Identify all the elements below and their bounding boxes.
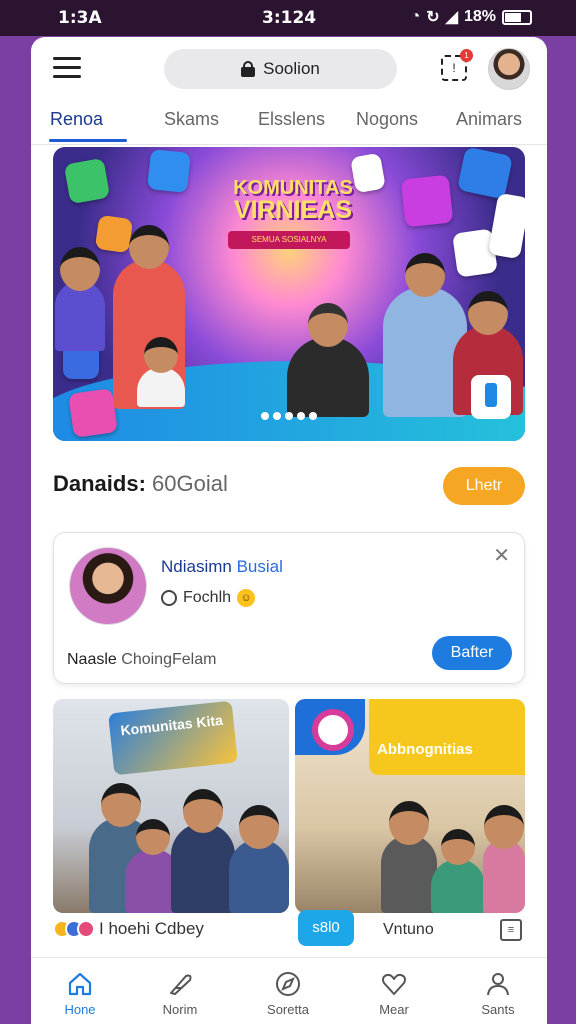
nav-soretta-label: Soretta <box>267 1002 309 1017</box>
battery-percent: 18% <box>463 8 496 25</box>
profile-avatar[interactable] <box>488 48 530 90</box>
battery-icon <box>502 9 532 25</box>
post-footer-bold: Naasle <box>67 651 117 668</box>
tile-banner-text: Abbnognitias <box>377 741 473 758</box>
hero-title: KOMUNITAS VIRNIEAS <box>203 177 383 224</box>
alarm-icon: ◔ <box>410 8 421 25</box>
section-title: Danaids: 60Goial <box>53 471 228 496</box>
post-author-name: Ndiasimn <box>161 557 232 576</box>
app-screen: Soolion ! 1 Renoa Skams Elsslens Nogons … <box>31 37 547 1024</box>
tile-person <box>171 789 235 913</box>
tile2-meta-text: Vntuno <box>383 921 434 938</box>
bookmark-icon[interactable]: ≡ <box>500 919 522 941</box>
tab-renoa[interactable]: Renoa <box>50 109 103 130</box>
close-icon[interactable]: ✕ <box>493 543 510 568</box>
tile-person <box>431 829 485 913</box>
person-camera-man <box>287 303 369 417</box>
signal-icon: ◢ <box>445 9 458 26</box>
post-footer: Naasle ChoingFelam <box>67 651 216 669</box>
post-author-tag: Busial <box>236 557 283 576</box>
top-bar: Soolion ! 1 <box>31 37 547 105</box>
post-footer-light: ChoingFelam <box>121 651 217 668</box>
nav-norim-label: Norim <box>162 1002 198 1017</box>
post-status: Fochlh ☺ <box>161 589 256 607</box>
nav-soretta[interactable]: Soretta <box>253 970 323 1017</box>
tile1-meta-text: I hoehi Cdbey <box>99 919 204 938</box>
community-tile[interactable]: Komunitas Kita <box>53 699 289 913</box>
notification-icon[interactable]: ! 1 <box>441 49 473 81</box>
tile-banner <box>369 699 525 775</box>
music-app-icon <box>63 157 111 205</box>
nav-sants-label: Sants <box>481 1002 515 1017</box>
promo-tile[interactable]: Abbnognitias <box>295 699 525 913</box>
tile1-meta: I hoehi Cdbey <box>53 919 204 939</box>
post-card[interactable]: Ndiasimn Busial Fochlh ☺ ✕ Naasle Choing… <box>53 532 525 684</box>
section-action-button[interactable]: Lhetr <box>443 467 525 505</box>
nav-sants[interactable]: Sants <box>463 970 533 1017</box>
status-time: 1:3A <box>58 8 102 28</box>
tile-person <box>229 805 289 913</box>
wave-app-icon <box>456 147 514 200</box>
search-bar[interactable]: Soolion <box>164 49 397 89</box>
tab-animars[interactable]: Animars <box>456 109 522 130</box>
tile-person <box>381 801 437 913</box>
compass-icon <box>276 972 300 996</box>
photo-card-icon <box>487 192 525 260</box>
bottom-nav: Hone Norim Soretta Mear Sants <box>31 957 547 1024</box>
section-title-light: 60Goial <box>152 471 228 496</box>
notification-glyph: ! <box>452 61 456 75</box>
post-avatar[interactable] <box>69 547 147 625</box>
chat-app-icon <box>147 149 191 193</box>
hero-ribbon: SEMUA SOSIALNYA <box>228 231 350 249</box>
status-icons: ◔ ↻ ◢ 18% <box>411 7 532 27</box>
tile-sign: Komunitas Kita <box>108 700 238 776</box>
carousel-dots[interactable] <box>53 407 525 425</box>
media-app-icon <box>94 214 134 254</box>
hero-banner[interactable]: KOMUNITAS VIRNIEAS SEMUA SOSIALNYA <box>53 147 525 441</box>
status-center-text: 3:124 <box>262 8 317 28</box>
hero-title-line2: VIRNIEAS <box>233 196 353 224</box>
nav-mear-label: Mear <box>379 1002 409 1017</box>
person-icon <box>487 973 509 996</box>
tab-elsslens[interactable]: Elsslens <box>258 109 325 130</box>
tab-bar: Renoa Skams Elsslens Nogons Animars <box>31 105 547 145</box>
feather-icon <box>170 974 192 995</box>
sync-icon: ↻ <box>426 9 440 26</box>
nav-home-label: Hone <box>64 1002 96 1017</box>
tab-nogons[interactable]: Nogons <box>356 109 418 130</box>
active-tab-indicator <box>49 139 127 142</box>
emoji-icon: ☺ <box>237 589 256 607</box>
heart-icon <box>382 973 406 995</box>
lock-icon <box>241 61 256 77</box>
like-icon[interactable] <box>161 590 177 606</box>
person-left <box>55 247 105 351</box>
tab-skams[interactable]: Skams <box>164 109 219 130</box>
nav-home[interactable]: Hone <box>45 970 115 1017</box>
nav-norim[interactable]: Norim <box>145 970 215 1017</box>
home-icon <box>68 972 92 996</box>
phone-icon <box>471 375 511 419</box>
menu-icon[interactable] <box>53 57 81 79</box>
person-child <box>137 337 185 407</box>
search-label: Soolion <box>263 59 320 78</box>
location-pin-icon <box>295 699 365 755</box>
notification-badge: 1 <box>460 49 473 62</box>
status-bar: 1:3A 3:124 ◔ ↻ ◢ 18% <box>0 0 576 36</box>
section-title-bold: Danaids <box>53 471 139 496</box>
tile-person <box>483 805 525 913</box>
post-status-text: Fochlh <box>183 589 232 606</box>
reaction-faces <box>53 920 95 938</box>
post-author[interactable]: Ndiasimn Busial <box>161 557 283 577</box>
nav-mear[interactable]: Mear <box>359 970 429 1017</box>
post-action-button[interactable]: Bafter <box>432 636 512 670</box>
tile2-button[interactable]: s8l0 <box>298 910 354 946</box>
location-app-icon <box>400 174 454 228</box>
